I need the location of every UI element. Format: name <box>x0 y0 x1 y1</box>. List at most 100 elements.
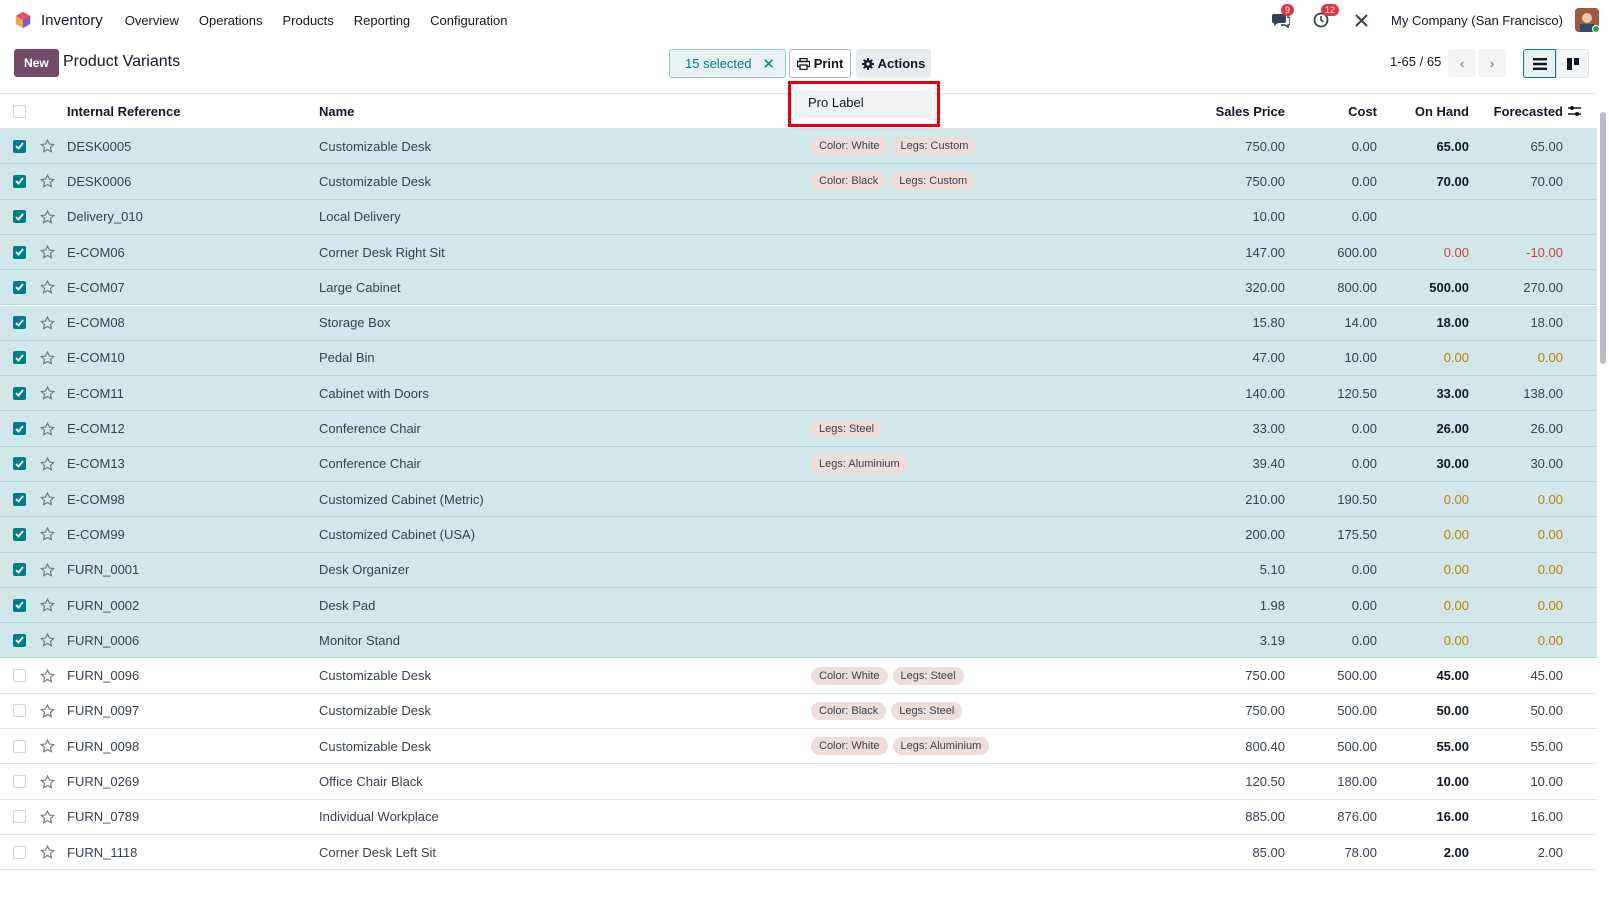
row-checkbox[interactable] <box>13 800 27 834</box>
favorite-star-icon[interactable] <box>40 623 55 657</box>
header-sales-price[interactable]: Sales Price <box>1185 94 1285 128</box>
table-row[interactable]: E-COM11 Cabinet with Doors 140.00 120.50… <box>0 376 1597 412</box>
menu-reporting[interactable]: Reporting <box>354 13 410 28</box>
table-row[interactable]: DESK0005 Customizable Desk Color: White L… <box>0 129 1597 165</box>
table-row[interactable]: E-COM08 Storage Box 15.80 14.00 18.00 18… <box>0 305 1597 341</box>
table-row[interactable]: E-COM06 Corner Desk Right Sit 147.00 600… <box>0 234 1597 271</box>
favorite-star-icon[interactable] <box>40 447 55 481</box>
inventory-app-icon[interactable] <box>14 11 32 29</box>
favorite-star-icon[interactable] <box>40 341 55 375</box>
favorite-star-icon[interactable] <box>40 729 55 763</box>
table-row[interactable]: E-COM07 Large Cabinet 320.00 800.00 500.… <box>0 270 1597 306</box>
activities-button[interactable]: 12 <box>1311 4 1340 30</box>
favorite-star-icon[interactable] <box>40 235 55 269</box>
scrollbar-thumb[interactable] <box>1600 112 1606 364</box>
table-row[interactable]: DESK0006 Customizable Desk Color: Black L… <box>0 164 1597 200</box>
print-button[interactable]: Print <box>789 49 851 78</box>
table-row[interactable]: Delivery_010 Local Delivery 10.00 0.00 <box>0 199 1597 235</box>
new-button[interactable]: New <box>14 49 59 77</box>
app-name[interactable]: Inventory <box>41 12 103 29</box>
table-row[interactable]: FURN_0001 Desk Organizer 5.10 0.00 0.00 … <box>0 552 1597 588</box>
table-row[interactable]: FURN_0096 Customizable Desk Color: White… <box>0 659 1597 694</box>
cell-name: Large Cabinet <box>319 279 401 295</box>
row-checkbox[interactable] <box>13 764 27 798</box>
header-cost[interactable]: Cost <box>1280 94 1377 128</box>
pager-previous-button[interactable]: ‹ <box>1448 49 1476 77</box>
row-checkbox[interactable] <box>13 835 27 869</box>
table-row[interactable]: E-COM13 Conference Chair Legs: Aluminium… <box>0 446 1597 482</box>
row-checkbox[interactable] <box>13 553 27 587</box>
table-row[interactable]: E-COM10 Pedal Bin 47.00 10.00 0.00 0.00 <box>0 340 1597 377</box>
company-switcher[interactable]: My Company (San Francisco) <box>1391 13 1563 28</box>
kanban-view-button[interactable] <box>1556 49 1589 78</box>
favorite-star-icon[interactable] <box>40 376 55 410</box>
row-checkbox[interactable] <box>13 623 27 657</box>
favorite-star-icon[interactable] <box>40 694 55 728</box>
table-row[interactable]: E-COM98 Customized Cabinet (Metric) 210.… <box>0 482 1597 518</box>
favorite-star-icon[interactable] <box>40 200 55 234</box>
favorite-star-icon[interactable] <box>40 306 55 340</box>
row-checkbox[interactable] <box>13 447 27 481</box>
table-row[interactable]: FURN_1118 Corner Desk Left Sit 85.00 78.… <box>0 835 1597 871</box>
favorite-star-icon[interactable] <box>40 482 55 516</box>
favorite-star-icon[interactable] <box>40 270 55 304</box>
table-row[interactable]: FURN_0269 Office Chair Black 120.50 180.… <box>0 764 1597 800</box>
actions-button[interactable]: Actions <box>856 49 931 78</box>
table-row[interactable]: E-COM12 Conference Chair Legs: Steel 33.… <box>0 411 1597 447</box>
row-checkbox[interactable] <box>13 482 27 516</box>
user-avatar[interactable] <box>1575 8 1599 32</box>
row-checkbox[interactable] <box>13 659 27 693</box>
row-checkbox[interactable] <box>13 517 27 551</box>
row-checkbox[interactable] <box>13 411 27 445</box>
row-checkbox[interactable] <box>13 129 27 163</box>
row-checkbox[interactable] <box>13 729 27 763</box>
table-row[interactable]: E-COM99 Customized Cabinet (USA) 200.00 … <box>0 517 1597 553</box>
messages-button[interactable]: 9 <box>1271 4 1295 30</box>
list-view-button[interactable] <box>1523 49 1556 78</box>
optional-columns-toggle[interactable] <box>1568 94 1581 128</box>
menu-configuration[interactable]: Configuration <box>430 13 507 28</box>
menu-overview[interactable]: Overview <box>125 13 179 28</box>
table-row[interactable]: FURN_0097 Customizable Desk Color: Black… <box>0 694 1597 730</box>
clear-selection-icon[interactable]: ✕ <box>762 55 775 73</box>
favorite-star-icon[interactable] <box>40 800 55 834</box>
favorite-star-icon[interactable] <box>40 588 55 622</box>
row-checkbox[interactable] <box>13 376 27 410</box>
menu-products[interactable]: Products <box>282 13 333 28</box>
dropdown-item-pro-label[interactable]: Pro Label <box>794 90 932 118</box>
cell-attribute-tags: Legs: Aluminium <box>811 447 913 481</box>
row-checkbox[interactable] <box>13 341 27 375</box>
row-checkbox[interactable] <box>13 270 27 304</box>
favorite-star-icon[interactable] <box>40 764 55 798</box>
favorite-star-icon[interactable] <box>40 129 55 163</box>
header-on-hand[interactable]: On Hand <box>1372 94 1469 128</box>
debug-tools-button[interactable] <box>1351 10 1371 30</box>
favorite-star-icon[interactable] <box>40 411 55 445</box>
cell-sales-price: 1.98 <box>1259 597 1285 613</box>
table-row[interactable]: FURN_0002 Desk Pad 1.98 0.00 0.00 0.00 <box>0 587 1597 624</box>
row-checkbox[interactable] <box>13 694 27 728</box>
cell-forecasted: 18.00 <box>1530 315 1563 331</box>
favorite-star-icon[interactable] <box>40 517 55 551</box>
favorite-star-icon[interactable] <box>40 659 55 693</box>
pager-value[interactable]: 1-65 / 65 <box>1390 54 1441 69</box>
favorite-star-icon[interactable] <box>40 835 55 869</box>
select-all-checkbox[interactable] <box>13 94 27 128</box>
row-checkbox[interactable] <box>13 164 27 198</box>
cell-cost: 0.00 <box>1351 562 1377 578</box>
row-checkbox[interactable] <box>13 306 27 340</box>
pager-next-button[interactable]: › <box>1478 49 1506 77</box>
header-name[interactable]: Name <box>319 94 354 128</box>
header-forecasted[interactable]: Forecasted <box>1465 94 1563 128</box>
favorite-star-icon[interactable] <box>40 553 55 587</box>
table-row[interactable]: FURN_0098 Customizable Desk Color: White… <box>0 729 1597 765</box>
table-row[interactable]: FURN_0006 Monitor Stand 3.19 0.00 0.00 0… <box>0 623 1597 659</box>
row-checkbox[interactable] <box>13 235 27 269</box>
header-internal-reference[interactable]: Internal Reference <box>67 94 180 128</box>
cell-name: Customizable Desk <box>319 703 431 719</box>
menu-operations[interactable]: Operations <box>199 13 263 28</box>
row-checkbox[interactable] <box>13 200 27 234</box>
row-checkbox[interactable] <box>13 588 27 622</box>
table-row[interactable]: FURN_0789 Individual Workplace 885.00 87… <box>0 800 1597 835</box>
favorite-star-icon[interactable] <box>40 164 55 198</box>
